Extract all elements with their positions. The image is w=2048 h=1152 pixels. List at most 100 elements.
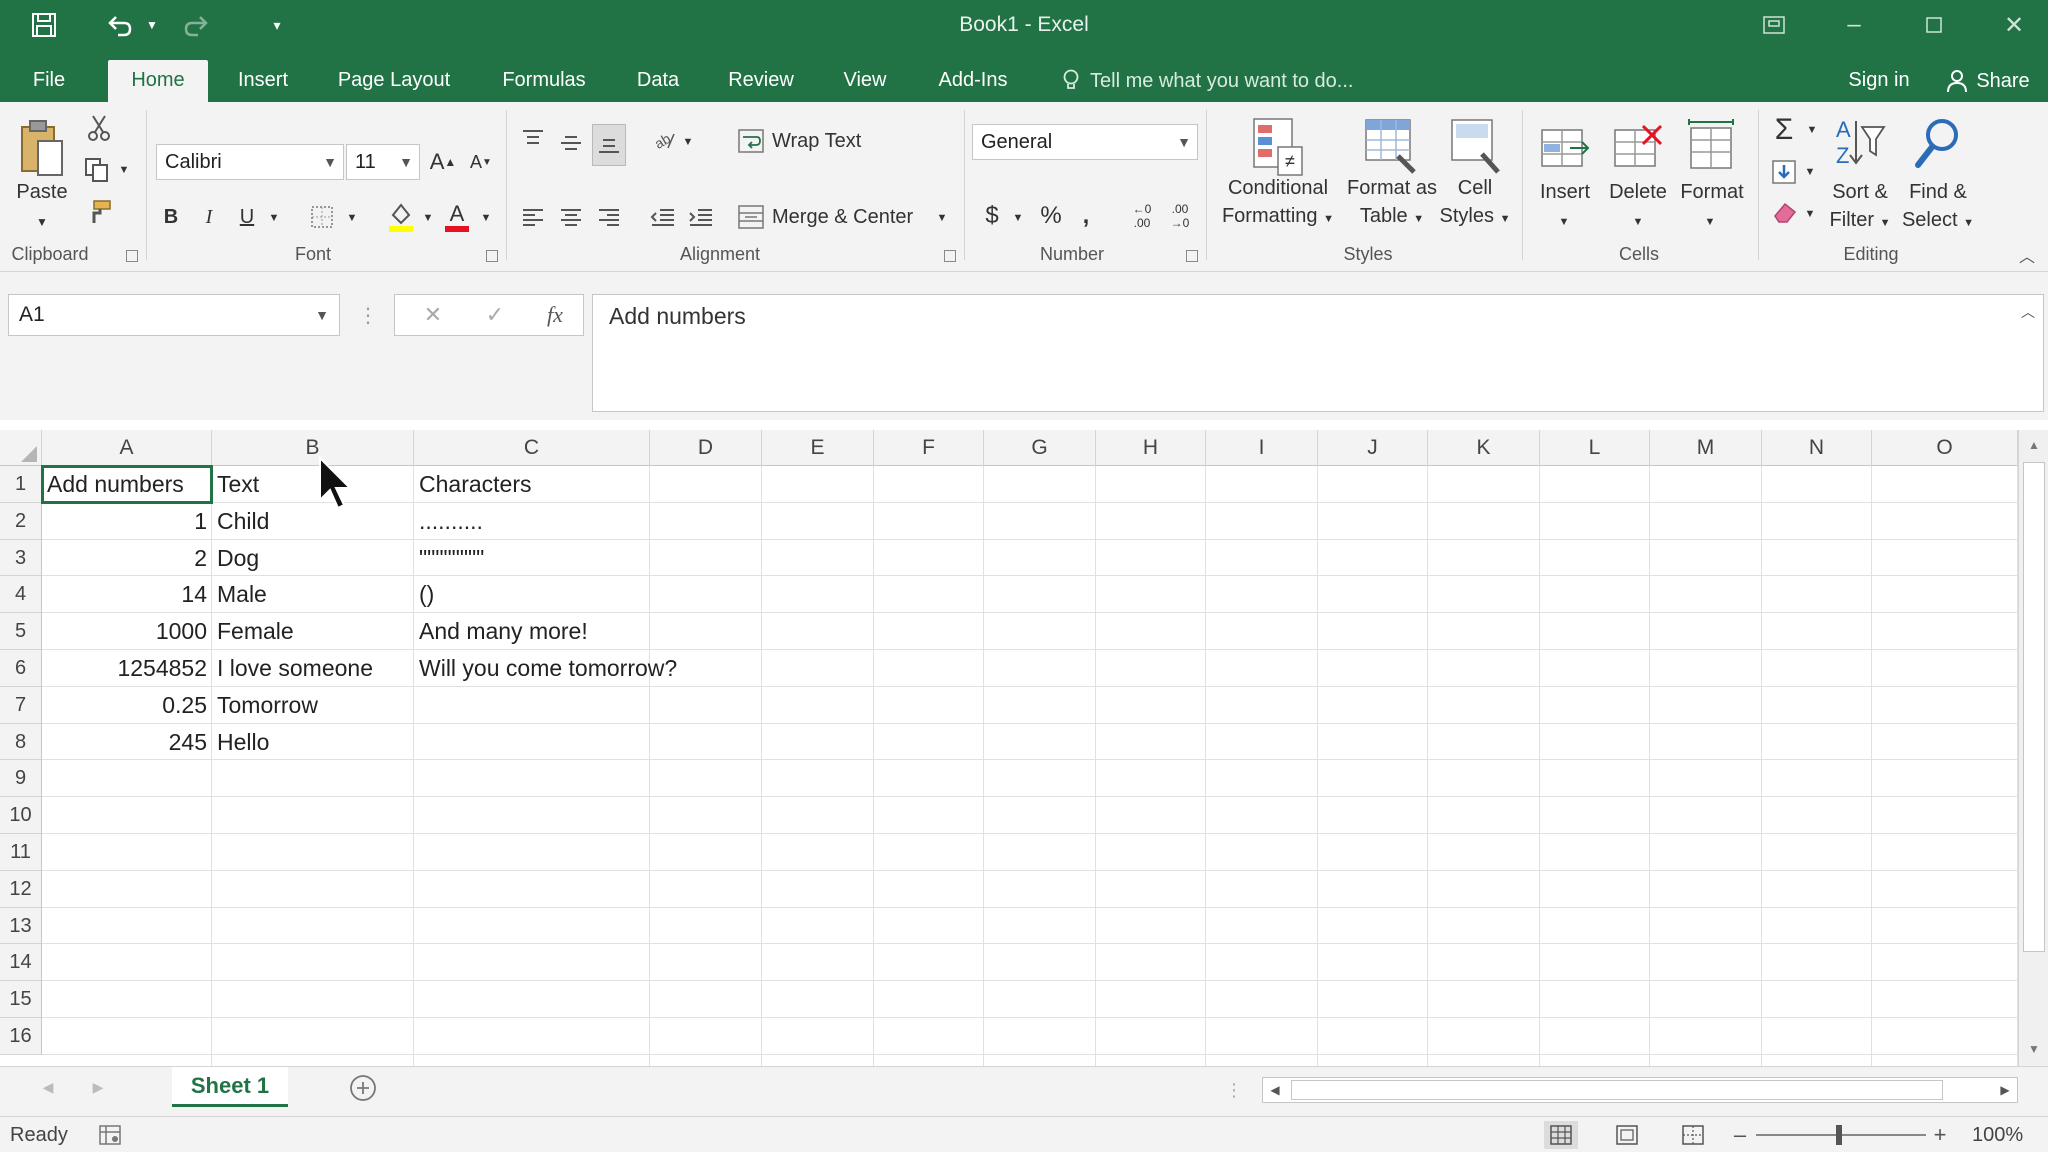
column-header-o[interactable]: O — [1872, 430, 2018, 466]
format-cells-button[interactable]: Format — [1670, 178, 1754, 206]
row-header-16[interactable]: 16 — [0, 1018, 42, 1055]
tab-review[interactable]: Review — [718, 60, 804, 102]
column-header-g[interactable]: G — [984, 430, 1096, 466]
autosum-icon[interactable]: Σ — [1766, 112, 1802, 148]
paste-label[interactable]: Paste — [10, 178, 74, 206]
top-align-icon[interactable] — [518, 122, 548, 154]
row-header-8[interactable]: 8 — [0, 723, 42, 761]
delete-cells-button[interactable]: Delete — [1600, 178, 1676, 206]
tab-page-layout[interactable]: Page Layout — [328, 60, 460, 102]
increase-indent-icon[interactable] — [686, 200, 716, 234]
tab-insert[interactable]: Insert — [226, 60, 300, 102]
row-header-1[interactable]: 1 — [0, 466, 42, 503]
underline-dropdown-icon[interactable]: ▼ — [266, 206, 282, 230]
cell-styles-icon[interactable] — [1448, 114, 1504, 180]
delete-cells-icon[interactable] — [1610, 116, 1666, 178]
cell-c1[interactable]: Characters — [414, 466, 770, 503]
copy-icon[interactable] — [82, 154, 112, 186]
cell-c5[interactable]: And many more! — [414, 613, 770, 650]
horizontal-scroll-thumb[interactable] — [1291, 1080, 1943, 1100]
zoom-level[interactable]: 100% — [1972, 1124, 2023, 1147]
close-icon[interactable]: ✕ — [1992, 8, 2036, 42]
cell-a6[interactable]: 1254852 — [42, 650, 212, 687]
increase-decimal-button[interactable]: ←0 .00 — [1124, 198, 1160, 234]
column-header-c[interactable]: C — [414, 430, 650, 466]
number-launcher-icon[interactable] — [1186, 250, 1198, 262]
row-header-13[interactable]: 13 — [0, 907, 42, 945]
find-select-button[interactable]: Find & Select ▼ — [1894, 178, 1982, 237]
cell-a4[interactable]: 14 — [42, 576, 212, 613]
ribbon-display-options-icon[interactable] — [1752, 8, 1796, 42]
cell-c2[interactable]: .......... — [414, 503, 770, 540]
fill-icon[interactable] — [1768, 156, 1800, 188]
clear-icon[interactable] — [1768, 196, 1800, 228]
font-color-icon[interactable]: A — [440, 198, 474, 236]
delete-dropdown-icon[interactable]: ▼ — [1630, 210, 1646, 234]
column-header-b[interactable]: B — [212, 430, 414, 466]
normal-view-icon[interactable] — [1544, 1121, 1578, 1149]
currency-dropdown-icon[interactable]: ▼ — [1010, 206, 1026, 230]
minimize-icon[interactable]: – — [1832, 8, 1876, 42]
row-header-11[interactable]: 11 — [0, 834, 42, 871]
paste-dropdown-icon[interactable]: ▼ — [32, 212, 52, 232]
alignment-launcher-icon[interactable] — [944, 250, 956, 262]
row-header-15[interactable]: 15 — [0, 981, 42, 1018]
select-all-corner[interactable] — [0, 430, 42, 466]
share-button[interactable]: Share — [1934, 60, 2042, 102]
insert-cells-button[interactable]: Insert — [1528, 178, 1602, 206]
font-name-combo[interactable]: Calibri ▼ — [156, 144, 344, 180]
orientation-icon[interactable]: ab — [648, 124, 678, 156]
vertical-scrollbar[interactable]: ▲ ▼ — [2018, 430, 2048, 1066]
align-right-icon[interactable] — [594, 200, 624, 234]
conditional-formatting-icon[interactable]: ≠ — [1250, 114, 1306, 180]
sort-filter-icon[interactable]: AZ — [1832, 112, 1888, 174]
format-dropdown-icon[interactable]: ▼ — [1702, 210, 1718, 234]
prev-sheet-icon[interactable]: ◀ — [36, 1075, 60, 1099]
currency-button[interactable]: $ — [980, 198, 1004, 234]
scroll-left-icon[interactable]: ◀ — [1263, 1078, 1287, 1102]
formula-bar-grip-icon[interactable]: ⋮ — [358, 300, 378, 330]
zoom-out-icon[interactable]: – — [1728, 1121, 1752, 1149]
percent-button[interactable]: % — [1036, 198, 1066, 234]
number-format-combo[interactable]: General ▼ — [972, 124, 1198, 160]
scroll-right-icon[interactable]: ▶ — [1993, 1078, 2017, 1102]
cell-a3[interactable]: 2 — [42, 540, 212, 577]
row-header-14[interactable]: 14 — [0, 944, 42, 982]
increase-font-size-icon[interactable]: A ▲ — [428, 144, 458, 180]
fill-color-dropdown-icon[interactable]: ▼ — [420, 206, 436, 230]
decrease-font-size-icon[interactable]: A ▼ — [466, 144, 496, 180]
horizontal-scrollbar[interactable]: ◀ ▶ — [1262, 1077, 2018, 1103]
tab-add-ins[interactable]: Add-Ins — [928, 60, 1018, 102]
formula-input[interactable]: Add numbers — [592, 294, 2044, 412]
cell-a7[interactable]: 0.25 — [42, 687, 212, 724]
row-header-12[interactable]: 12 — [0, 870, 42, 908]
cancel-entry-icon[interactable]: ✕ — [415, 297, 451, 333]
tab-data[interactable]: Data — [626, 60, 690, 102]
collapse-formula-bar-icon[interactable]: ︿ — [2016, 300, 2040, 324]
cell-b7[interactable]: Tomorrow — [212, 687, 534, 724]
middle-align-icon[interactable] — [556, 126, 586, 158]
cell-a5[interactable]: 1000 — [42, 613, 212, 650]
column-header-k[interactable]: K — [1428, 430, 1540, 466]
row-header-3[interactable]: 3 — [0, 539, 42, 577]
format-painter-icon[interactable] — [84, 196, 114, 228]
row-header-2[interactable]: 2 — [0, 502, 42, 540]
sign-in-link[interactable]: Sign in — [1834, 60, 1924, 102]
name-box[interactable]: A1 ▼ — [8, 294, 340, 336]
maximize-icon[interactable] — [1912, 8, 1956, 42]
tab-view[interactable]: View — [834, 60, 896, 102]
orientation-dropdown-icon[interactable]: ▼ — [680, 130, 696, 154]
comma-button[interactable]: , — [1074, 198, 1098, 234]
tab-file[interactable]: File — [18, 60, 80, 102]
cut-icon[interactable] — [84, 112, 114, 144]
collapse-ribbon-icon[interactable]: ︿ — [2014, 242, 2040, 268]
vertical-scroll-thumb[interactable] — [2023, 462, 2045, 952]
cell-a2[interactable]: 1 — [42, 503, 212, 540]
format-cells-icon[interactable] — [1684, 112, 1740, 178]
next-sheet-icon[interactable]: ▶ — [86, 1075, 110, 1099]
column-header-d[interactable]: D — [650, 430, 762, 466]
find-select-icon[interactable] — [1910, 112, 1966, 174]
tab-home[interactable]: Home — [108, 60, 208, 102]
confirm-entry-icon[interactable]: ✓ — [477, 297, 513, 333]
column-header-a[interactable]: A — [42, 430, 212, 466]
